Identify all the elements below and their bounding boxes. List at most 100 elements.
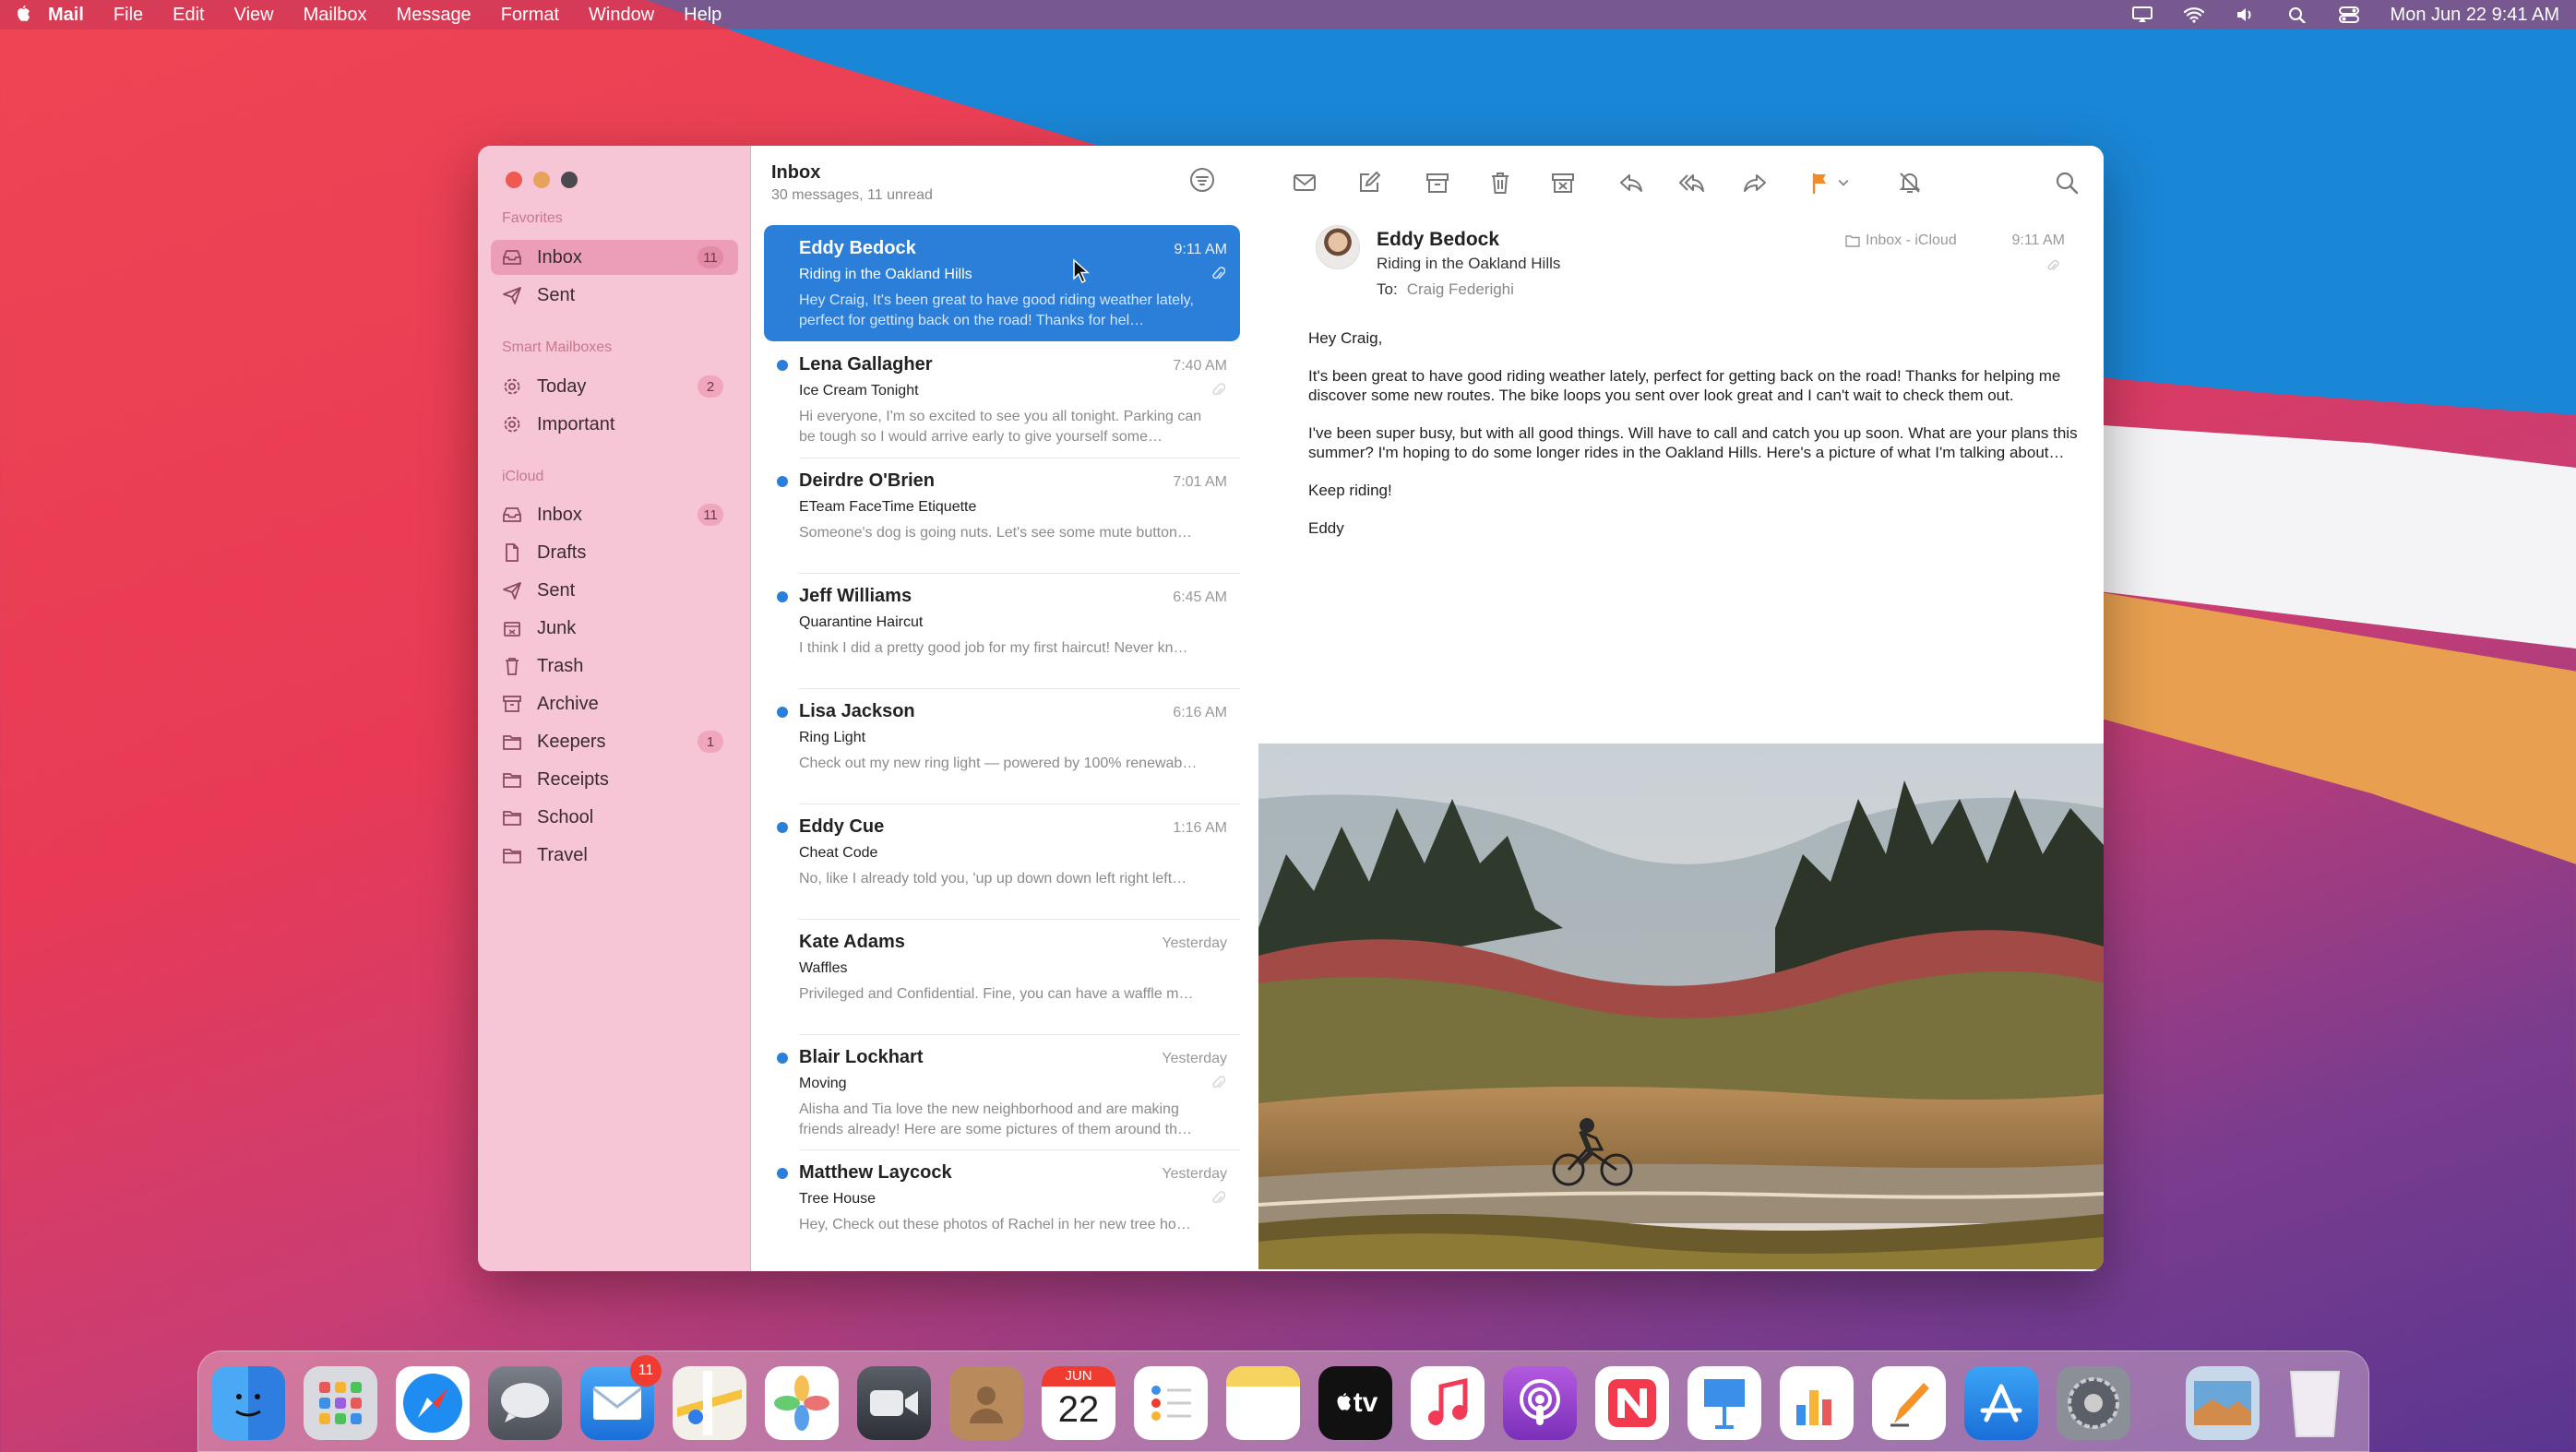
sidebar-item-favorites-inbox[interactable]: Inbox 11 (491, 240, 738, 275)
archive-icon (502, 694, 522, 714)
pages-icon[interactable] (1872, 1366, 1946, 1440)
unread-dot-icon (777, 822, 788, 833)
sidebar-item-keepers[interactable]: Keepers 1 (491, 724, 738, 759)
message-row[interactable]: Matthew Laycock Yesterday Tree House Hey… (764, 1149, 1240, 1266)
menu-datetime[interactable]: Mon Jun 22 9:41 AM (2391, 5, 2559, 26)
sidebar-item-drafts[interactable]: Drafts (491, 535, 738, 570)
get-mail-icon[interactable] (1290, 168, 1319, 197)
menu-message[interactable]: Message (397, 5, 471, 26)
mailbox-title: Inbox (771, 162, 821, 183)
body-paragraph: It's been great to have good riding weat… (1308, 367, 2061, 404)
paperplane-icon (502, 285, 522, 305)
sidebar-item-trash[interactable]: Trash (491, 649, 738, 684)
sidebar-item-travel[interactable]: Travel (491, 838, 738, 873)
message-row[interactable]: Eddy Cue 1:16 AM Cheat Code No, like I a… (764, 803, 1240, 920)
reply-all-icon[interactable] (1677, 168, 1707, 197)
junk-icon[interactable] (1548, 168, 1578, 197)
news-icon[interactable] (1595, 1366, 1669, 1440)
menu-app-mail[interactable]: Mail (48, 5, 84, 26)
menu-mailbox[interactable]: Mailbox (304, 5, 367, 26)
apple-tv-icon[interactable]: tv (1318, 1366, 1392, 1440)
chevron-down-icon[interactable] (1834, 168, 1853, 197)
archive-icon[interactable] (1423, 168, 1452, 197)
mailbox-name: Inbox - iCloud (1866, 232, 1957, 248)
reminders-icon[interactable] (1134, 1366, 1208, 1440)
sidebar-item-label: Drafts (537, 542, 587, 563)
message-row[interactable]: Kate Adams Yesterday Waffles Privileged … (764, 919, 1240, 1035)
menu-file[interactable]: File (113, 5, 143, 26)
sidebar-item-favorites-sent[interactable]: Sent (491, 278, 738, 313)
gear-icon (502, 414, 522, 434)
podcasts-icon[interactable] (1503, 1366, 1577, 1440)
recipient-name[interactable]: Craig Federighi (1407, 280, 1514, 298)
launchpad-icon[interactable] (304, 1366, 377, 1440)
facetime-icon[interactable] (857, 1366, 931, 1440)
notes-icon[interactable] (1226, 1366, 1300, 1440)
zoom-button[interactable] (561, 172, 578, 188)
menu-view[interactable]: View (234, 5, 274, 26)
message-preview: Alisha and Tia love the new neighborhood… (799, 1101, 1192, 1137)
music-icon[interactable] (1411, 1366, 1485, 1440)
dock: 11 JUN 22 tv (197, 1351, 2369, 1452)
search-icon[interactable] (2052, 168, 2081, 197)
close-button[interactable] (506, 172, 522, 188)
menu-bar: Mail File Edit View Mailbox Message Form… (0, 0, 2576, 30)
flag-icon[interactable] (1805, 168, 1834, 197)
sidebar-item-label: Trash (537, 655, 584, 676)
sidebar-item-important[interactable]: Important (491, 407, 738, 442)
finder-icon[interactable] (211, 1366, 285, 1440)
menu-edit[interactable]: Edit (173, 5, 204, 26)
message-preview: Privileged and Confidential. Fine, you c… (799, 986, 1194, 1002)
mute-bell-icon[interactable] (1895, 168, 1925, 197)
spotlight-icon[interactable] (2287, 6, 2308, 24)
airplay-icon[interactable] (2131, 6, 2153, 23)
compose-icon[interactable] (1354, 168, 1384, 197)
message-row[interactable]: Jeff Williams 6:45 AM Quarantine Haircut… (764, 573, 1240, 689)
menu-format[interactable]: Format (501, 5, 559, 26)
sidebar-item-school[interactable]: School (491, 800, 738, 835)
app-store-icon[interactable] (1964, 1366, 2038, 1440)
junk-icon (502, 618, 522, 638)
message-row[interactable]: Blair Lockhart Yesterday Moving Alisha a… (764, 1034, 1240, 1150)
message-sender: Eddy Cue (799, 816, 885, 837)
attached-photo[interactable] (1258, 744, 2104, 1269)
minimize-button[interactable] (533, 172, 550, 188)
control-center-icon[interactable] (2338, 6, 2359, 23)
maps-icon[interactable] (673, 1366, 746, 1440)
sidebar-item-icloud-inbox[interactable]: Inbox 11 (491, 497, 738, 532)
keynote-icon[interactable] (1688, 1366, 1761, 1440)
sidebar-item-archive[interactable]: Archive (491, 686, 738, 721)
message-row[interactable]: Lisa Jackson 6:16 AM Ring Light Check ou… (764, 688, 1240, 804)
messages-icon[interactable] (488, 1366, 562, 1440)
forward-icon[interactable] (1740, 168, 1770, 197)
menu-window[interactable]: Window (589, 5, 654, 26)
reply-icon[interactable] (1616, 168, 1646, 197)
contacts-icon[interactable] (949, 1366, 1023, 1440)
apple-icon[interactable] (6, 0, 39, 30)
sidebar-item-receipts[interactable]: Receipts (491, 762, 738, 797)
trash-icon[interactable] (1485, 168, 1515, 197)
menu-help[interactable]: Help (684, 5, 722, 26)
system-preferences-icon[interactable] (2057, 1366, 2130, 1440)
volume-icon[interactable] (2236, 6, 2256, 23)
message-row[interactable]: Lena Gallagher 7:40 AM Ice Cream Tonight… (764, 341, 1240, 458)
sidebar-item-today[interactable]: Today 2 (491, 369, 738, 404)
message-row[interactable]: Eddy Bedock 9:11 AM Riding in the Oaklan… (764, 225, 1240, 341)
safari-icon[interactable] (396, 1366, 470, 1440)
trash-icon[interactable] (2278, 1366, 2352, 1440)
sidebar-item-icloud-sent[interactable]: Sent (491, 573, 738, 608)
photos-icon[interactable] (765, 1366, 839, 1440)
downloads-stack-icon[interactable] (2186, 1366, 2260, 1440)
body-paragraph: Eddy (1308, 519, 1344, 537)
paperclip-icon (1212, 383, 1225, 396)
numbers-icon[interactable] (1780, 1366, 1854, 1440)
message-subject: ETeam FaceTime Etiquette (799, 499, 977, 515)
calendar-icon[interactable]: JUN 22 (1042, 1366, 1115, 1440)
sidebar-item-junk[interactable]: Junk (491, 611, 738, 646)
filter-icon[interactable] (1188, 166, 1216, 194)
paperclip-icon (1212, 267, 1225, 280)
message-row[interactable]: Deirdre O'Brien 7:01 AM ETeam FaceTime E… (764, 458, 1240, 574)
sidebar-item-label: Keepers (537, 731, 606, 752)
message-sender: Jeff Williams (799, 586, 912, 606)
wifi-icon[interactable] (2183, 6, 2204, 23)
